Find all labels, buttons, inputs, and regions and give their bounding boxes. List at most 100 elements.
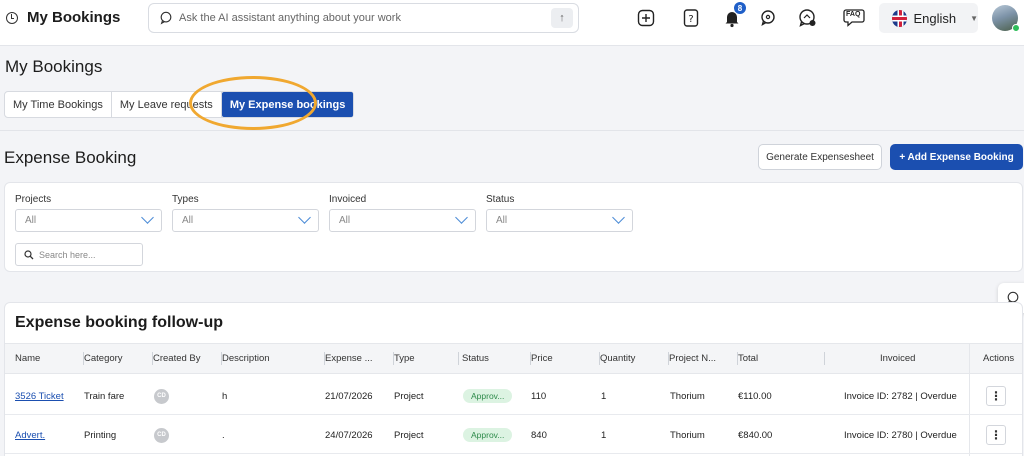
- status-cell: Approv...: [463, 377, 513, 415]
- column-header-created-by[interactable]: Created By: [153, 344, 222, 373]
- tab-leave-requests[interactable]: My Leave requests: [112, 92, 222, 117]
- app-title-label: My Bookings: [27, 9, 121, 26]
- invoiced-cell: Invoice ID: 2782 | Overdue: [844, 390, 957, 402]
- clock-icon: [6, 11, 18, 24]
- type-cell: Project: [394, 429, 424, 441]
- invoiced-select[interactable]: All: [329, 209, 476, 232]
- column-header-type[interactable]: Type: [394, 344, 459, 373]
- app-title: My Bookings: [6, 9, 120, 26]
- table-header: Name Category Created By Description Exp…: [5, 343, 1022, 374]
- price-cell: 840: [531, 429, 547, 441]
- add-expense-booking-button[interactable]: + Add Expense Booking: [890, 144, 1023, 170]
- divider: [0, 130, 1024, 131]
- more-actions-button[interactable]: ⋮: [986, 386, 1006, 406]
- uk-flag-icon: [892, 9, 908, 27]
- column-header-actions: Actions: [983, 353, 1015, 364]
- project-cell: Thorium: [670, 390, 705, 402]
- created-by-cell: CD: [154, 377, 169, 415]
- types-select[interactable]: All: [172, 209, 319, 232]
- notification-bell-icon[interactable]: 8: [722, 2, 746, 28]
- tab-expense-bookings[interactable]: My Expense bookings: [221, 92, 354, 117]
- filter-search-box[interactable]: [15, 243, 143, 266]
- add-icon[interactable]: [636, 8, 656, 28]
- total-cell: €110.00: [738, 390, 772, 402]
- actions-cell: ⋮: [986, 377, 1006, 415]
- description-cell: .: [222, 429, 225, 441]
- status-badge: Approv...: [463, 428, 513, 442]
- category-cell: Train fare: [84, 390, 125, 402]
- search-icon: [24, 249, 34, 259]
- expense-name-link[interactable]: Advert.: [15, 416, 45, 454]
- column-header-name[interactable]: Name: [15, 344, 84, 373]
- top-bar: My Bookings ↑ ? 8 FAQ English ▼: [0, 0, 1024, 46]
- column-header-status[interactable]: Status: [462, 344, 531, 373]
- more-actions-button[interactable]: ⋮: [986, 425, 1006, 445]
- expense-section-title: Expense Booking: [4, 148, 137, 167]
- column-header-description[interactable]: Description: [222, 344, 325, 373]
- invoiced-select-value: All: [339, 215, 351, 226]
- user-avatar[interactable]: [992, 5, 1020, 32]
- status-select[interactable]: All: [486, 209, 633, 232]
- ai-chat-icon[interactable]: [758, 8, 778, 28]
- types-select-value: All: [182, 215, 194, 226]
- online-status-dot: [1012, 24, 1020, 32]
- projects-select-value: All: [25, 215, 37, 226]
- expense-date-cell: 21/07/2026: [325, 390, 373, 402]
- table-row: 3526 Ticket Train fare CD h 21/07/2026 P…: [5, 377, 1022, 415]
- actions-cell: ⋮: [986, 416, 1006, 454]
- page-title: My Bookings: [5, 57, 103, 76]
- chevron-down-icon: [298, 211, 311, 224]
- column-header-category[interactable]: Category: [84, 344, 153, 373]
- type-cell: Project: [394, 390, 424, 402]
- language-selector[interactable]: English ▼: [879, 3, 978, 33]
- messages-icon[interactable]: [797, 8, 817, 28]
- projects-filter: Projects All: [15, 194, 162, 232]
- svg-text:?: ?: [688, 14, 693, 25]
- invoiced-cell: Invoice ID: 2780 | Overdue: [844, 429, 957, 441]
- quantity-cell: 1: [601, 429, 607, 441]
- price-cell: 110: [531, 390, 547, 402]
- chevron-down-icon: [455, 211, 468, 224]
- column-header-expense-date[interactable]: Expense ...: [325, 344, 394, 373]
- created-by-cell: CD: [154, 416, 169, 454]
- projects-filter-label: Projects: [15, 194, 52, 205]
- language-label: English: [913, 10, 957, 26]
- invoiced-filter-label: Invoiced: [329, 194, 367, 205]
- filters-panel: Projects All Types All Invoiced All Stat…: [4, 182, 1023, 272]
- notification-count-badge: 8: [734, 2, 746, 14]
- creator-avatar: CD: [154, 427, 169, 443]
- column-header-total[interactable]: Total: [738, 344, 825, 373]
- tab-time-bookings[interactable]: My Time Bookings: [5, 92, 112, 117]
- generate-expensesheet-button[interactable]: Generate Expensesheet: [758, 144, 882, 170]
- table-row: Advert. Printing CD . 24/07/2026 Project…: [5, 416, 1022, 454]
- column-header-price[interactable]: Price: [531, 344, 600, 373]
- description-cell: h: [222, 390, 228, 402]
- column-header-project[interactable]: Project N...: [669, 344, 738, 373]
- types-filter-label: Types: [172, 194, 199, 205]
- status-cell: Approv...: [463, 416, 513, 454]
- chevron-down-icon: [141, 211, 154, 224]
- faq-icon[interactable]: FAQ: [843, 8, 865, 28]
- ai-search-bar[interactable]: ↑: [148, 3, 579, 33]
- status-badge: Approv...: [463, 389, 513, 403]
- status-filter: Status All: [486, 194, 633, 232]
- expense-table-card: Expense booking follow-up Name Category …: [4, 302, 1023, 456]
- chevron-down-icon: [612, 211, 625, 224]
- bookings-tabs: My Time Bookings My Leave requests My Ex…: [4, 91, 355, 118]
- projects-select[interactable]: All: [15, 209, 162, 232]
- filter-search-input[interactable]: [39, 249, 134, 260]
- status-select-value: All: [496, 215, 508, 226]
- help-icon[interactable]: ?: [681, 8, 701, 28]
- project-cell: Thorium: [670, 429, 705, 441]
- column-header-invoiced[interactable]: Invoiced: [880, 344, 960, 373]
- faq-label: FAQ: [846, 11, 861, 18]
- creator-avatar: CD: [154, 388, 169, 404]
- column-header-quantity[interactable]: Quantity: [600, 344, 669, 373]
- category-cell: Printing: [84, 429, 117, 441]
- expense-name-link[interactable]: 3526 Ticket: [15, 377, 64, 415]
- quantity-cell: 1: [601, 390, 607, 402]
- chevron-down-icon: ▼: [970, 13, 978, 23]
- status-filter-label: Status: [486, 194, 515, 205]
- ai-search-input[interactable]: [179, 12, 549, 24]
- send-arrow-icon[interactable]: ↑: [551, 8, 573, 28]
